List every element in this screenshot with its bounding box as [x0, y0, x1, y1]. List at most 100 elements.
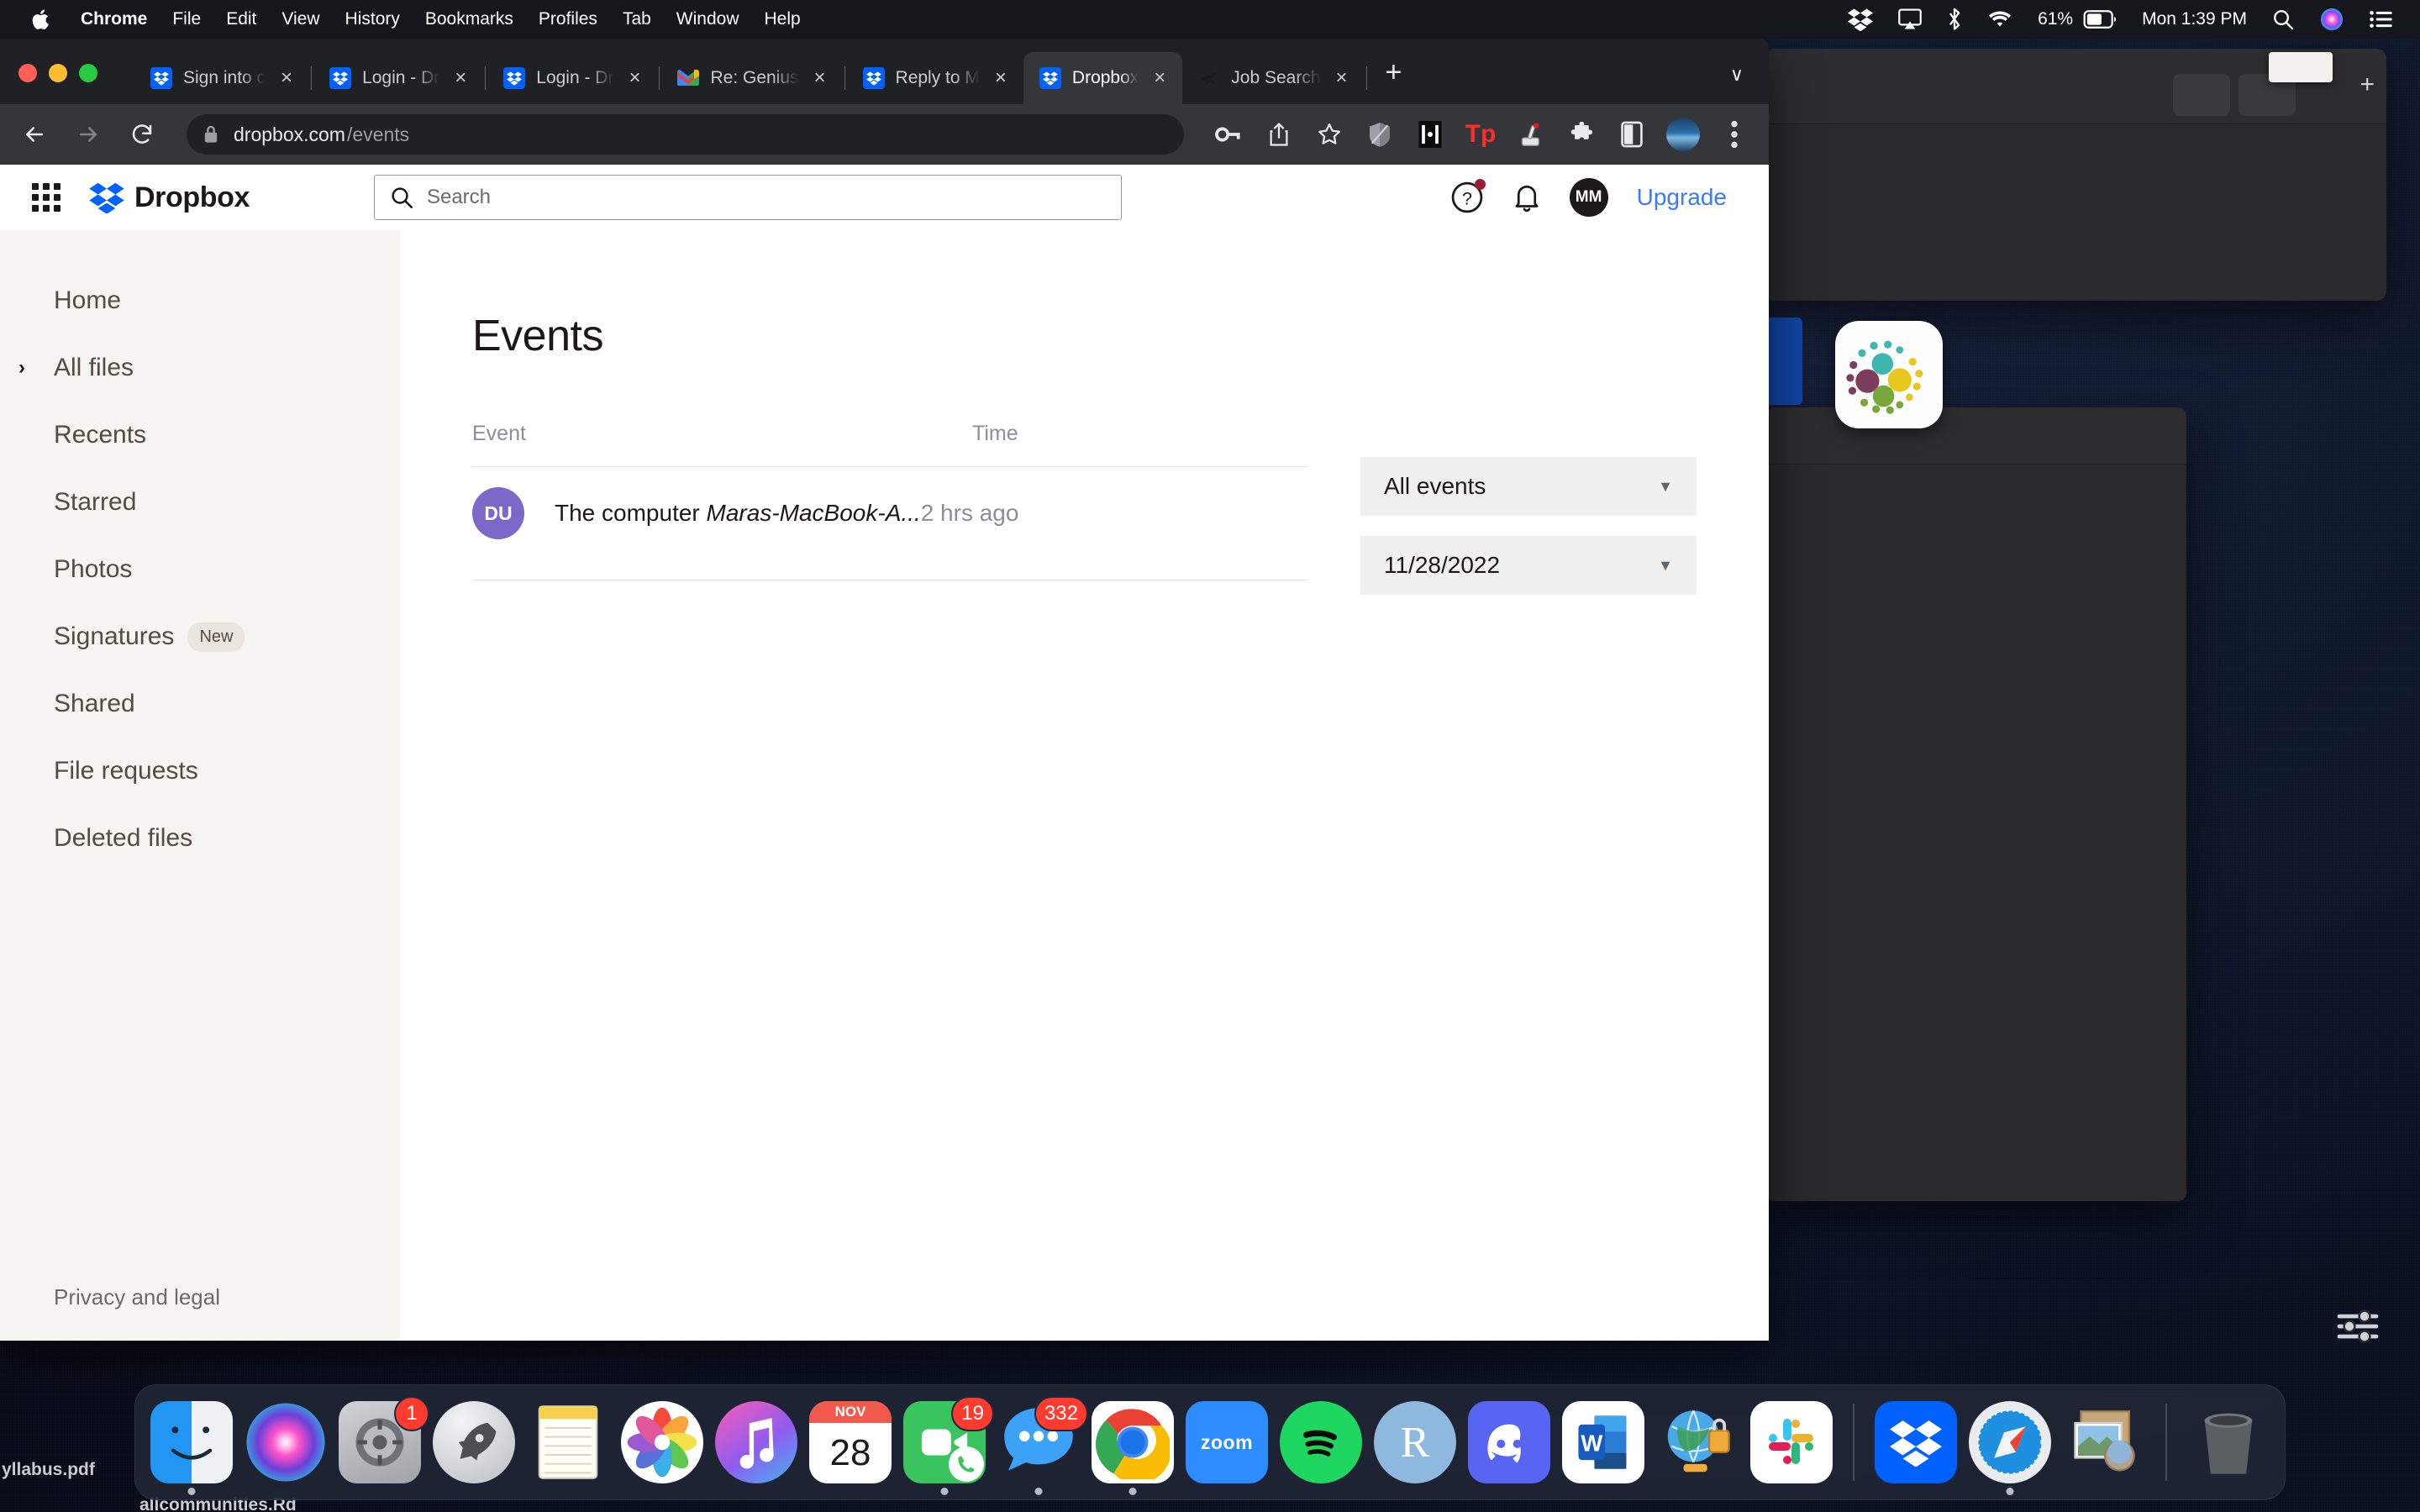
- dock-item-system-preferences[interactable]: 1: [339, 1401, 421, 1483]
- dock-item-finder[interactable]: [150, 1401, 233, 1483]
- close-tab-button[interactable]: ×: [1331, 66, 1353, 90]
- chevron-right-icon[interactable]: ›: [18, 356, 25, 380]
- close-tab-button[interactable]: ×: [623, 66, 645, 90]
- browser-tab[interactable]: Reply to M ×: [847, 52, 1023, 104]
- shield-icon[interactable]: [1364, 118, 1396, 150]
- close-tab-button[interactable]: ×: [809, 66, 831, 90]
- browser-tab[interactable]: Job Search ×: [1182, 52, 1364, 104]
- dock-item-slack[interactable]: [1750, 1401, 1833, 1483]
- colorful-dots-app-icon[interactable]: [1835, 321, 1943, 428]
- close-window-button[interactable]: [18, 64, 37, 82]
- sidebar-item-file-requests[interactable]: File requests: [0, 738, 400, 805]
- menubar-clock[interactable]: Mon 1:39 PM: [2142, 9, 2247, 29]
- menu-item-window[interactable]: Window: [676, 9, 739, 29]
- share-icon[interactable]: [1263, 118, 1295, 150]
- tab-search-chevron-down-icon[interactable]: ∨: [1730, 64, 1744, 86]
- dock-item-messages[interactable]: 332: [997, 1401, 1080, 1483]
- background-window-top[interactable]: +: [1765, 49, 2386, 301]
- bell-icon[interactable]: [1512, 182, 1541, 213]
- search-input[interactable]: Search: [374, 175, 1122, 220]
- dock-item-rstudio[interactable]: R: [1374, 1401, 1456, 1483]
- sidebar-item-deleted-files[interactable]: Deleted files: [0, 805, 400, 872]
- background-window-lower[interactable]: [1766, 407, 2186, 1201]
- star-icon[interactable]: [1313, 118, 1345, 150]
- sidepanel-icon[interactable]: [1616, 118, 1648, 150]
- dock-item-facetime[interactable]: 19: [903, 1401, 986, 1483]
- dock-item-photos[interactable]: [621, 1401, 703, 1483]
- browser-tab[interactable]: Login - Dr ×: [487, 52, 657, 104]
- back-arrow-icon[interactable]: [18, 118, 50, 150]
- minimize-window-button[interactable]: [49, 64, 67, 82]
- sidebar-item-signatures[interactable]: Signatures New: [0, 603, 400, 670]
- sidebar-item-shared[interactable]: Shared: [0, 670, 400, 738]
- battery-icon[interactable]: [2083, 10, 2117, 29]
- dock-item-trash[interactable]: [2187, 1401, 2270, 1483]
- close-tab-button[interactable]: ×: [276, 66, 297, 90]
- reload-icon[interactable]: [126, 118, 158, 150]
- dock-item-notes[interactable]: [527, 1401, 609, 1483]
- sidebar-item-starred[interactable]: Starred: [0, 469, 400, 536]
- user-avatar[interactable]: MM: [1570, 178, 1608, 217]
- new-tab-button[interactable]: +: [1369, 56, 1419, 89]
- dock-item-discord[interactable]: [1468, 1401, 1550, 1483]
- dock-item-spotify[interactable]: [1280, 1401, 1362, 1483]
- sliders-adjust-icon[interactable]: [2336, 1306, 2380, 1351]
- control-center-icon[interactable]: [2370, 9, 2393, 29]
- bitwarden-icon[interactable]: [1414, 118, 1446, 150]
- menu-item-bookmarks[interactable]: Bookmarks: [425, 9, 513, 29]
- dock-item-safari[interactable]: [1969, 1401, 2051, 1483]
- browser-tab[interactable]: Re: Genius ×: [661, 52, 842, 104]
- wifi-icon[interactable]: [1987, 9, 2012, 29]
- event-type-filter[interactable]: All events ▼: [1360, 457, 1697, 516]
- airplay-icon[interactable]: [1898, 8, 1922, 30]
- privacy-and-legal-link[interactable]: Privacy and legal: [54, 1284, 220, 1310]
- sidebar-item-recents[interactable]: Recents: [0, 402, 400, 469]
- three-dot-menu-icon[interactable]: [1718, 118, 1750, 150]
- menu-item-tab[interactable]: Tab: [623, 9, 651, 29]
- dock-item-dropbox[interactable]: [1875, 1401, 1957, 1483]
- dock-item-zoom[interactable]: zoom: [1186, 1401, 1268, 1483]
- toolpad-icon[interactable]: Tp: [1465, 118, 1497, 150]
- close-tab-button[interactable]: ×: [1149, 66, 1171, 90]
- menu-item-history[interactable]: History: [345, 9, 400, 29]
- upgrade-button[interactable]: Upgrade: [1637, 184, 1727, 211]
- dock-item-chrome[interactable]: [1092, 1401, 1174, 1483]
- browser-tab[interactable]: Login - Dr ×: [313, 52, 483, 104]
- key-icon[interactable]: [1213, 118, 1244, 150]
- table-row[interactable]: DU The computer Maras-MacBook-A...2 hrs …: [472, 467, 1308, 559]
- apps-grid-icon[interactable]: [32, 183, 60, 212]
- dock-item-preview[interactable]: [2063, 1401, 2145, 1483]
- apple-logo-icon[interactable]: [32, 8, 52, 31]
- menu-item-edit[interactable]: Edit: [226, 9, 256, 29]
- siri-icon[interactable]: [2319, 7, 2344, 32]
- maximize-window-button[interactable]: [79, 64, 97, 82]
- dock-item-siri[interactable]: [245, 1401, 327, 1483]
- close-tab-button[interactable]: ×: [990, 66, 1012, 90]
- dropbox-logo[interactable]: Dropbox: [89, 181, 250, 214]
- puzzle-icon[interactable]: [1565, 118, 1597, 150]
- sidebar-item-all-files[interactable]: › All files: [0, 334, 400, 402]
- dock-item-calendar[interactable]: NOV 28: [809, 1401, 892, 1483]
- dock-item-network-link[interactable]: [1656, 1401, 1739, 1483]
- date-filter[interactable]: 11/28/2022 ▼: [1360, 536, 1697, 595]
- sidebar-item-home[interactable]: Home: [0, 267, 400, 334]
- joystick-icon[interactable]: [1515, 118, 1547, 150]
- forward-arrow-icon[interactable]: [72, 118, 104, 150]
- share-icon[interactable]: [2173, 74, 2230, 116]
- menu-item-profiles[interactable]: Profiles: [539, 9, 597, 29]
- browser-tab[interactable]: Sign into c ×: [134, 52, 309, 104]
- dropbox-menu-icon[interactable]: [1848, 8, 1873, 31]
- dock-item-itunes[interactable]: [715, 1401, 797, 1483]
- add-icon[interactable]: +: [2360, 71, 2375, 99]
- spotlight-search-icon[interactable]: [2272, 8, 2294, 30]
- sidebar-item-photos[interactable]: Photos: [0, 536, 400, 603]
- profile-avatar-icon[interactable]: [1666, 118, 1700, 151]
- menu-item-view[interactable]: View: [281, 9, 319, 29]
- close-tab-button[interactable]: ×: [450, 66, 471, 90]
- bluetooth-icon[interactable]: [1947, 8, 1962, 31]
- menu-item-file[interactable]: File: [172, 9, 201, 29]
- menu-item-chrome[interactable]: Chrome: [81, 9, 147, 29]
- menu-item-help[interactable]: Help: [765, 9, 801, 29]
- browser-tab-active[interactable]: Dropbox ×: [1023, 52, 1182, 104]
- dock-item-launchpad[interactable]: [433, 1401, 515, 1483]
